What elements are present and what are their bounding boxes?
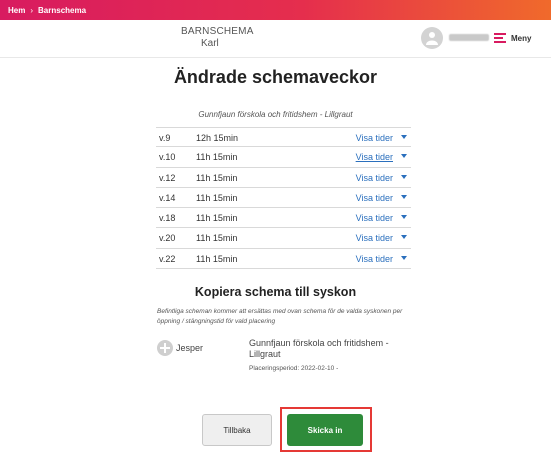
show-times-link[interactable]: Visa tider	[356, 133, 393, 143]
show-times-link[interactable]: Visa tider	[356, 193, 393, 203]
week-row: v.22 11h 15min Visa tider	[156, 249, 411, 270]
menu-label[interactable]: Meny	[511, 34, 531, 43]
child-name: Karl	[201, 38, 219, 49]
week-hours: 12h 15min	[196, 133, 239, 143]
sibling-name[interactable]: Jesper	[176, 343, 203, 353]
caret-down-icon[interactable]	[401, 154, 407, 159]
app-header: BARNSCHEMA Karl Meny	[0, 20, 551, 58]
breadcrumb-home-link[interactable]: Hem	[8, 6, 25, 15]
show-times-link[interactable]: Visa tider	[356, 254, 393, 264]
add-sibling-icon[interactable]	[157, 340, 173, 356]
week-number: v.10	[159, 152, 176, 163]
breadcrumb-bar: Hem › Barnschema	[0, 0, 551, 20]
week-row: v.10 11h 15min Visa tider	[156, 147, 411, 168]
caret-down-icon[interactable]	[401, 174, 407, 179]
week-number: v.14	[159, 192, 176, 203]
week-number: v.22	[159, 253, 176, 264]
show-times-link[interactable]: Visa tider	[356, 173, 393, 183]
breadcrumb-separator: ›	[30, 5, 34, 15]
week-row: v.18 11h 15min Visa tider	[156, 208, 411, 229]
week-number: v.20	[159, 233, 176, 244]
back-button[interactable]: Tillbaka	[202, 414, 272, 446]
week-row: v.14 11h 15min Visa tider	[156, 188, 411, 209]
show-times-link[interactable]: Visa tider	[356, 233, 393, 243]
week-hours: 11h 15min	[196, 192, 238, 203]
show-times-link[interactable]: Visa tider	[356, 213, 393, 223]
school-name: Gunnfjaun förskola och fritidshem - Lill…	[198, 110, 353, 119]
hamburger-menu-icon[interactable]	[494, 33, 506, 43]
user-name-blurred	[449, 34, 489, 41]
show-times-link[interactable]: Visa tider	[356, 152, 393, 162]
copy-section-title: Kopiera schema till syskon	[194, 285, 357, 299]
breadcrumb-current: Barnschema	[38, 5, 87, 15]
caret-down-icon[interactable]	[401, 135, 407, 139]
week-row: v.20 11h 15min Visa tider	[156, 228, 411, 249]
caret-down-icon[interactable]	[401, 215, 407, 220]
app-title: BARNSCHEMA	[181, 26, 254, 37]
week-hours: 11h 15min	[196, 233, 238, 244]
week-hours: 11h 15min	[196, 253, 238, 264]
sibling-placement-period: Placeringsperiod: 2022-02-10 -	[249, 365, 339, 372]
week-row: v.9 12h 15min Visa tider	[156, 127, 411, 148]
changed-weeks-table: v.9 12h 15min Visa tider v.10 11h 15min …	[156, 127, 411, 270]
week-row: v.12 11h 15min Visa tider	[156, 168, 411, 188]
person-icon[interactable]	[421, 27, 443, 49]
caret-down-icon[interactable]	[401, 235, 407, 240]
caret-down-icon[interactable]	[401, 194, 407, 199]
week-number: v.12	[159, 172, 176, 183]
week-hours: 11h 15min	[196, 152, 238, 163]
copy-section-description: Befintliga scheman kommer att ersättas m…	[157, 308, 403, 325]
week-number: v.18	[159, 213, 176, 224]
sibling-school: Gunnfjaun förskola och fritidshem - Lill…	[249, 338, 389, 359]
caret-down-icon[interactable]	[401, 255, 407, 260]
page-title: Ändrade schemaveckor	[173, 67, 378, 87]
submit-button[interactable]: Skicka in	[287, 414, 363, 446]
week-number: v.9	[159, 133, 171, 143]
week-hours: 11h 15min	[196, 213, 238, 224]
week-hours: 11h 15min	[196, 172, 238, 183]
